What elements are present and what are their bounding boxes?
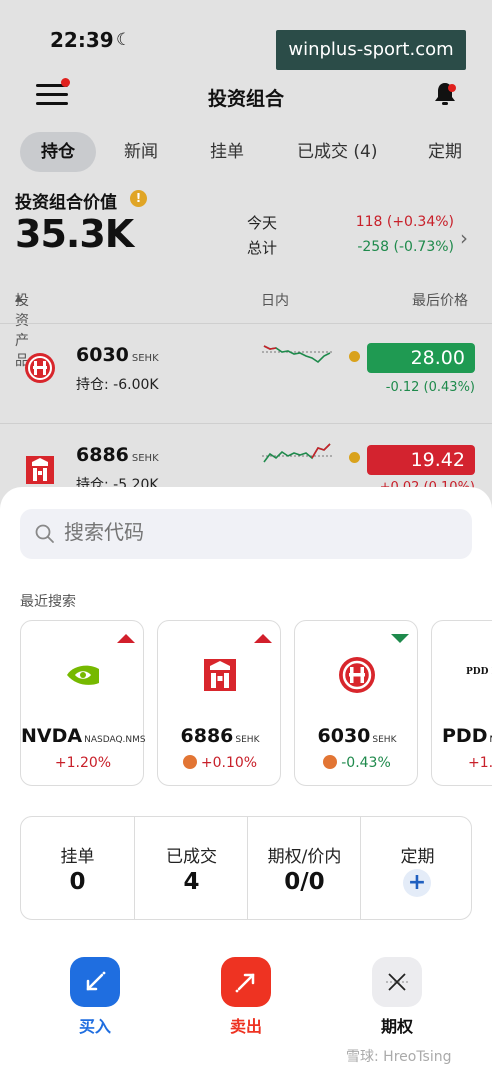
margin-badge-icon	[182, 755, 197, 769]
margin-badge-icon	[323, 755, 338, 769]
chevron-right-icon[interactable]: ›	[460, 226, 468, 250]
buy-action[interactable]: 买入	[65, 957, 125, 1037]
options-action[interactable]: 期权	[367, 957, 427, 1037]
tab-filled[interactable]: 已成交 (4)	[297, 132, 377, 172]
warning-icon[interactable]: !	[130, 190, 147, 207]
market-clock-icon	[349, 351, 360, 362]
tab-bar: 持仓 新闻 挂单 已成交 (4) 定期	[0, 132, 492, 172]
stat-value: 0/0	[284, 869, 325, 895]
price-box: 19.42	[367, 445, 475, 475]
tab-periodic[interactable]: 定期	[428, 132, 462, 172]
row-position: 持仓: -6.00K	[76, 377, 159, 393]
tab-holdings[interactable]: 持仓	[20, 132, 96, 172]
stat-label: 定期	[400, 847, 435, 867]
card-symbol: PDDN	[442, 725, 492, 747]
bell-icon[interactable]	[432, 80, 458, 108]
card-change: +0.10%	[158, 755, 282, 771]
recent-card[interactable]: 6030 SEHK -0.43%	[294, 620, 418, 786]
source-watermark: 雪球: HreoTsing	[346, 1049, 452, 1065]
stat-label: 挂单	[60, 847, 95, 867]
page-title: 投资组合	[207, 88, 284, 110]
row-symbol: 6030 SEHK	[76, 344, 159, 366]
card-symbol: NVDA NASDAQ.NMS	[21, 725, 146, 747]
col-last-price: 最后价格	[412, 293, 468, 309]
total-label: 总计	[247, 239, 278, 257]
sell-button[interactable]	[221, 957, 271, 1007]
citic-logo-icon	[24, 352, 56, 384]
moon-icon: ☾	[116, 30, 132, 50]
recent-card[interactable]: PDD H PDDN +1.	[431, 620, 492, 786]
portfolio-value: 35.3K	[15, 212, 134, 256]
stat-periodic[interactable]: 定期 +	[360, 817, 473, 919]
htsc-logo-icon	[24, 454, 56, 486]
nvidia-logo-icon	[63, 655, 103, 695]
options-button[interactable]	[372, 957, 422, 1007]
col-intraday: 日内	[261, 293, 289, 309]
arrow-down-left-icon	[86, 971, 106, 991]
options-cross-icon	[386, 973, 408, 991]
stat-filled-orders[interactable]: 已成交 4	[134, 817, 247, 919]
stat-value: 0	[69, 869, 86, 895]
status-bar: 22:39 ☾ 5G 87 winplus-sport.com	[0, 0, 492, 70]
today-pnl: 118 (+0.34%)	[355, 214, 454, 230]
buy-button[interactable]	[70, 957, 120, 1007]
card-change: -0.43%	[295, 755, 419, 771]
sparkline-chart	[262, 443, 332, 463]
recent-searches-title: 最近搜索	[20, 594, 76, 610]
row-symbol: 6886 SEHK	[76, 444, 159, 466]
portfolio-value-label: 投资组合价值	[15, 193, 117, 213]
quick-trade-sheet: 最近搜索 NVDANASDAQ.NMS +1.20% 6886SEHK +0.1…	[0, 487, 492, 1071]
stat-label: 已成交	[166, 847, 217, 867]
market-clock-icon	[349, 452, 360, 463]
today-label: 今天	[247, 214, 278, 232]
recent-card[interactable]: 6886 SEHK +0.10%	[157, 620, 281, 786]
col-product[interactable]: 投资产品 ▴	[15, 290, 29, 369]
sell-label: 卖出	[229, 1017, 262, 1036]
citic-logo-icon	[337, 655, 377, 695]
tab-orders[interactable]: 挂单	[210, 132, 244, 172]
order-stats-panel: 挂单 0 已成交 4 期权/价内 0/0 定期 +	[20, 816, 472, 920]
trend-up-icon	[117, 634, 135, 643]
stat-value: 4	[183, 869, 200, 895]
stat-pending-orders[interactable]: 挂单 0	[21, 817, 134, 919]
row-change: -0.12 (0.43%)	[385, 380, 475, 395]
search-input[interactable]	[64, 520, 444, 544]
watermark: winplus-sport.com	[276, 30, 466, 70]
recent-searches-list: NVDA NASDAQ.NMS +1.20% 6886 SEHK +0.10% 60…	[20, 620, 492, 788]
arrow-up-right-icon	[235, 973, 255, 993]
trend-up-icon	[254, 634, 272, 643]
price-box: 28.00	[367, 343, 475, 373]
notification-dot	[448, 84, 456, 92]
stat-label: 期权/价内	[267, 847, 342, 867]
add-periodic-button[interactable]: +	[403, 869, 431, 897]
card-change: +1.20%	[54, 755, 112, 771]
search-icon	[35, 524, 54, 543]
sparkline-chart	[262, 345, 332, 364]
total-pnl: -258 (-0.73%)	[357, 239, 454, 255]
card-symbol: 6030 SEHK	[317, 725, 397, 747]
tab-news[interactable]: 新闻	[124, 132, 158, 172]
sell-action[interactable]: 卖出	[216, 957, 276, 1037]
buy-label: 买入	[78, 1017, 111, 1036]
stat-options[interactable]: 期权/价内 0/0	[247, 817, 360, 919]
recent-card[interactable]: NVDA NASDAQ.NMS +1.20%	[20, 620, 146, 786]
pdd-logo-icon: PDD H	[466, 667, 492, 677]
top-bar: 投资组合	[0, 76, 492, 118]
status-time: 22:39	[50, 28, 114, 52]
search-bar[interactable]	[20, 509, 472, 559]
options-label: 期权	[380, 1017, 413, 1036]
table-row[interactable]: 6030 SEHK 持仓: -6.00K 28.00 -0.12 (0.43%)	[0, 323, 492, 419]
card-change: +1.	[468, 755, 492, 771]
card-symbol: 6886 SEHK	[180, 725, 260, 747]
trend-down-icon	[391, 634, 409, 643]
htsc-logo-icon	[200, 655, 240, 695]
